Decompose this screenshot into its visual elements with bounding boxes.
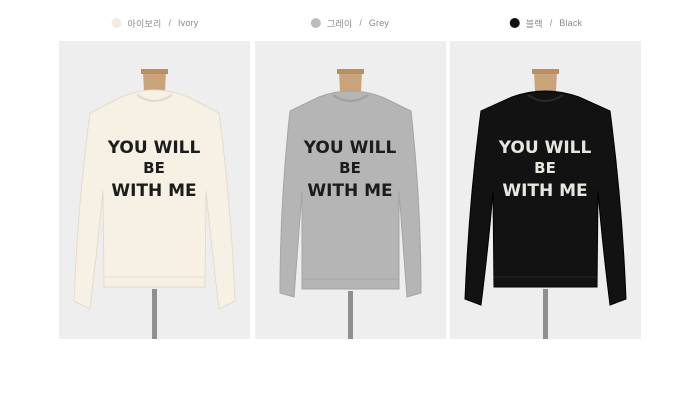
print-line-3: WITH ME: [111, 181, 196, 201]
print-line-2: BE: [534, 159, 556, 177]
color-options: 아이보리 / Ivory 그레이 / Grey 블랙 / Black: [0, 14, 700, 32]
color-option-black[interactable]: 블랙 / Black: [509, 14, 583, 32]
product-photo-ivory[interactable]: YOU WILL BE WITH ME: [59, 41, 250, 339]
black-swatch-dot: [509, 18, 520, 28]
ivory-sweater-illustration: YOU WILL BE WITH ME: [59, 41, 250, 339]
color-option-ivory[interactable]: 아이보리 / Ivory: [111, 14, 199, 32]
black-sweater-illustration: YOU WILL BE WITH ME: [450, 41, 641, 339]
grey-swatch-dot: [310, 18, 321, 28]
print-line-1: YOU WILL: [498, 138, 592, 158]
color-name-separator: /: [549, 18, 553, 28]
color-name-ko: 블랙: [525, 18, 543, 29]
grey-sweater-illustration: YOU WILL BE WITH ME: [255, 41, 446, 339]
print-line-1: YOU WILL: [107, 138, 201, 158]
color-name-separator: /: [359, 18, 362, 28]
color-name-separator: /: [168, 18, 171, 28]
color-name-ko: 아이보리: [127, 18, 162, 29]
product-photo-black[interactable]: YOU WILL BE WITH ME: [450, 41, 641, 339]
print-line-3: WITH ME: [307, 181, 392, 201]
print-line-3: WITH ME: [502, 181, 587, 201]
color-name-ko: 그레이: [326, 18, 353, 29]
print-line-2: BE: [339, 159, 361, 177]
product-photo-grey[interactable]: YOU WILL BE WITH ME: [255, 41, 446, 339]
ivory-swatch-dot: [111, 18, 122, 28]
color-option-grey[interactable]: 그레이 / Grey: [310, 14, 390, 32]
print-line-1: YOU WILL: [303, 138, 397, 158]
print-line-2: BE: [143, 159, 165, 177]
color-name-en: Grey: [368, 18, 390, 28]
color-name-en: Black: [559, 18, 583, 28]
color-name-en: Ivory: [177, 18, 199, 28]
